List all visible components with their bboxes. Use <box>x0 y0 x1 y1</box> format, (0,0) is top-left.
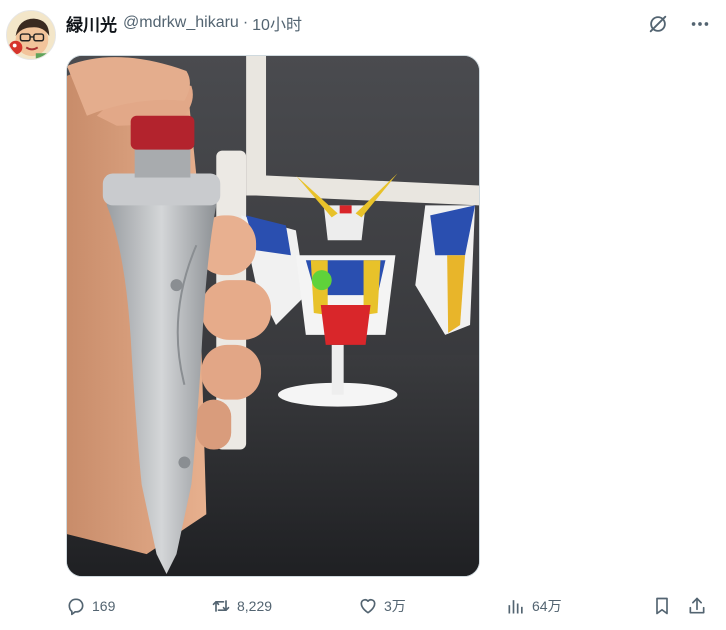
view-count: 64万 <box>532 598 562 614</box>
avatar[interactable] <box>6 10 56 60</box>
photo-image <box>67 56 479 576</box>
tweet-media-photo[interactable] <box>66 55 480 577</box>
timestamp[interactable]: 10小时 <box>252 11 302 35</box>
tweet-header: 緑川光 @mdrkw_hikaru · 10小时 <box>66 11 302 35</box>
reply-button[interactable]: 169 <box>66 592 115 620</box>
more-options-icon[interactable] <box>688 12 712 36</box>
avatar-illustration-icon <box>7 11 55 59</box>
reply-icon <box>68 598 84 616</box>
share-button[interactable] <box>687 592 707 620</box>
bookmark-button[interactable] <box>652 592 672 620</box>
tweet-card: 緑川光 @mdrkw_hikaru · 10小时 169 8,229 3万 64… <box>0 0 726 630</box>
share-icon <box>689 597 705 614</box>
reply-count: 169 <box>92 598 116 614</box>
retweet-icon <box>212 600 230 612</box>
bookmark-icon <box>656 597 668 615</box>
header-actions <box>646 12 712 36</box>
analytics-icon <box>508 600 523 614</box>
views-button[interactable]: 64万 <box>506 592 562 620</box>
retweet-button[interactable]: 8,229 <box>211 592 272 620</box>
like-count: 3万 <box>384 598 406 614</box>
author-handle[interactable]: @mdrkw_hikaru <box>123 14 239 32</box>
like-button[interactable]: 3万 <box>358 592 406 620</box>
grok-icon[interactable] <box>646 12 670 36</box>
retweet-count: 8,229 <box>237 598 273 614</box>
separator-dot: · <box>242 14 249 31</box>
tweet-action-bar: 169 8,229 3万 64万 <box>66 592 716 620</box>
author-display-name[interactable]: 緑川光 <box>66 11 117 36</box>
heart-icon <box>360 598 376 614</box>
